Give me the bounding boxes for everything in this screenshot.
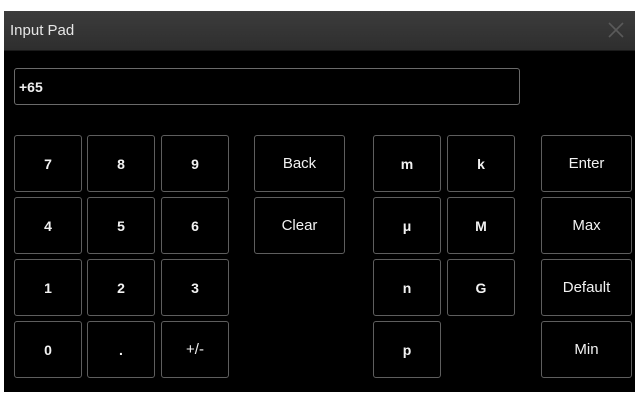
key-6[interactable]: 6: [161, 197, 229, 254]
unit-micro-button[interactable]: μ: [373, 197, 441, 254]
unit-milli-button[interactable]: m: [373, 135, 441, 192]
key-3[interactable]: 3: [161, 259, 229, 316]
unit-pico-button[interactable]: p: [373, 321, 441, 378]
window-title: Input Pad: [10, 22, 75, 39]
key-7[interactable]: 7: [14, 135, 82, 192]
title-bar: Input Pad: [4, 11, 635, 51]
close-icon: [608, 22, 624, 38]
unit-kilo-button[interactable]: k: [447, 135, 515, 192]
key-1[interactable]: 1: [14, 259, 82, 316]
key-0[interactable]: 0: [14, 321, 82, 378]
default-button[interactable]: Default: [541, 259, 632, 316]
value-input[interactable]: [14, 68, 520, 105]
key-4[interactable]: 4: [14, 197, 82, 254]
key-2[interactable]: 2: [87, 259, 155, 316]
key-decimal-point[interactable]: .: [87, 321, 155, 378]
key-8[interactable]: 8: [87, 135, 155, 192]
unit-nano-button[interactable]: n: [373, 259, 441, 316]
enter-button[interactable]: Enter: [541, 135, 632, 192]
back-button[interactable]: Back: [254, 135, 345, 192]
min-button[interactable]: Min: [541, 321, 632, 378]
close-button[interactable]: [602, 16, 630, 44]
key-plus-minus[interactable]: +/-: [161, 321, 229, 378]
key-5[interactable]: 5: [87, 197, 155, 254]
key-9[interactable]: 9: [161, 135, 229, 192]
max-button[interactable]: Max: [541, 197, 632, 254]
input-pad-window: Input Pad 7 8 9 4 5 6 1 2 3 0 . +/- Back…: [4, 11, 635, 392]
unit-giga-button[interactable]: G: [447, 259, 515, 316]
clear-button[interactable]: Clear: [254, 197, 345, 254]
unit-mega-button[interactable]: M: [447, 197, 515, 254]
